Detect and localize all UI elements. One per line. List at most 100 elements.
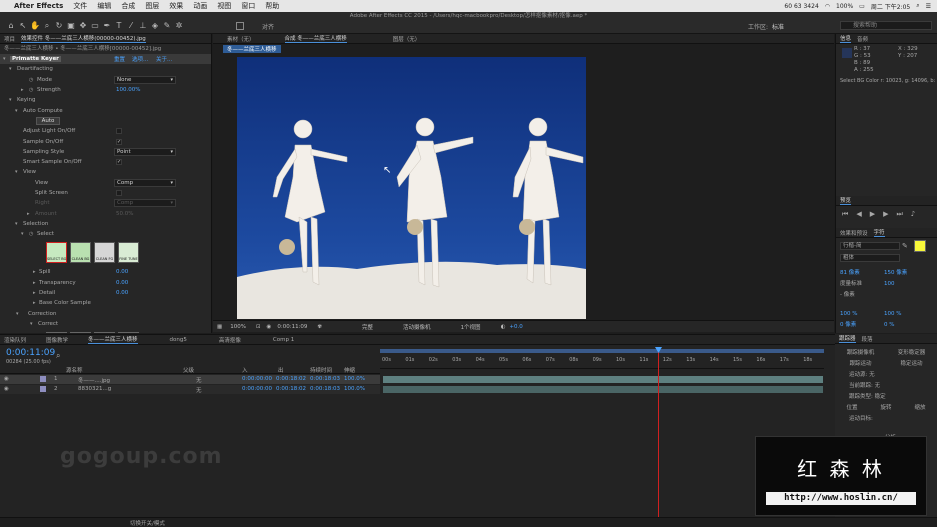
tab-paragraph[interactable]: 段落 — [862, 335, 873, 343]
effect-name[interactable]: Primatte Keyer — [10, 56, 61, 63]
disclosure-triangle-icon[interactable]: ▸ — [21, 87, 24, 93]
auto-button[interactable]: Auto — [36, 116, 60, 125]
tsume-value[interactable]: 0 % — [884, 320, 894, 331]
stopwatch-icon[interactable]: ◷ — [29, 77, 33, 83]
col-in[interactable]: 入 — [242, 366, 248, 374]
menu-animation[interactable]: 动画 — [193, 1, 207, 11]
warp-stabilizer-button[interactable]: 变形稳定器 — [898, 348, 926, 359]
menu-composition[interactable]: 合成 — [121, 1, 135, 11]
tab-effect-controls[interactable]: 效果控件 冬——兰底三人横移(00000-00452).jpg — [21, 34, 146, 43]
select-mode-button-2[interactable]: CLEAN FG — [94, 242, 115, 264]
col-stretch[interactable]: 伸缩 — [344, 366, 355, 374]
effect-row-dropdown[interactable]: Comp — [114, 199, 176, 208]
rotate-tool-icon[interactable]: ↻ — [54, 21, 64, 31]
layer-out[interactable]: 0:00:18:02 — [276, 386, 306, 392]
tab-dong5[interactable]: dong5 — [170, 337, 187, 343]
effect-row-dropdown[interactable]: Point — [114, 147, 176, 156]
effect-row[interactable]: View Comp — [0, 178, 211, 188]
layer-source-name[interactable]: 8830321...g — [78, 386, 111, 392]
tab-hd-key[interactable]: 高清抠像 — [219, 336, 241, 344]
effect-row-checkbox[interactable]: ✓ — [116, 159, 122, 166]
font-size-value[interactable]: 81 像素 — [840, 268, 884, 279]
effect-row[interactable]: ▾ ◷ Select — [0, 229, 211, 239]
view-layout-select[interactable]: 1个视图 — [461, 323, 481, 331]
menu-help[interactable]: 帮助 — [265, 1, 279, 11]
battery-icon[interactable]: ▭ — [859, 3, 865, 10]
correction-row[interactable]: ▾ Correction — [0, 309, 211, 319]
layer-stretch[interactable]: 100.0% — [344, 386, 365, 392]
rotation-checkbox[interactable]: 旋转 — [880, 403, 891, 414]
tab-project[interactable]: 项目 — [4, 35, 15, 43]
camera-icon[interactable]: ◉ — [267, 324, 272, 330]
workspace-select[interactable]: 标准 — [772, 22, 784, 31]
exposure-value[interactable]: +0.0 — [509, 324, 522, 330]
tab-comp1[interactable]: Comp 1 — [273, 337, 294, 343]
scale-checkbox[interactable]: 缩放 — [914, 403, 925, 414]
effect-row[interactable]: Smart Sample On/Off ✓ — [0, 157, 211, 167]
effect-row-value[interactable]: 100.00% — [116, 87, 140, 93]
disclosure-triangle-icon[interactable]: ▾ — [9, 66, 12, 72]
effect-row-checkbox[interactable] — [116, 190, 122, 196]
clock[interactable]: 周二 下午2:05 — [871, 2, 910, 11]
roto-tool-icon[interactable]: ✎ — [162, 21, 172, 31]
font-style-select[interactable]: 粗体 — [840, 254, 900, 262]
layer-duration[interactable]: 0:00:18:03 — [310, 386, 340, 392]
effect-row[interactable]: ▾ Deartifacting — [0, 64, 211, 74]
tab-info[interactable]: 信息 — [840, 34, 852, 43]
correct-row[interactable]: ▾ Correct — [0, 319, 211, 329]
tab-layer[interactable]: 图层（无） — [393, 35, 421, 43]
current-time[interactable]: 0:00:11:09 — [277, 324, 307, 330]
work-area-bar[interactable] — [380, 349, 824, 353]
eye-icon[interactable]: ◉ — [4, 386, 9, 392]
tab-effects-presets[interactable]: 效果和预设 — [840, 229, 868, 237]
effect-row[interactable]: Auto — [0, 116, 211, 126]
menu-layer[interactable]: 图层 — [145, 1, 159, 11]
effect-row[interactable]: ▸ Amount 50.0% — [0, 208, 211, 218]
about-link[interactable]: 关于... — [156, 55, 172, 63]
layer-number[interactable]: 2 — [54, 386, 58, 392]
tab-render-queue[interactable]: 渲染队列 — [4, 336, 26, 344]
disclosure-triangle-icon[interactable]: ▸ — [33, 300, 36, 306]
zoom-select[interactable]: 100% — [230, 324, 246, 330]
effect-row-value[interactable]: 0.00 — [116, 290, 128, 296]
effect-row[interactable]: Sample On/Off ✓ — [0, 136, 211, 146]
toggle-switches-modes[interactable]: 切换开关/模式 — [130, 519, 165, 527]
list-icon[interactable]: ☰ — [926, 3, 931, 10]
disclosure-triangle-icon[interactable]: ▾ — [15, 169, 18, 175]
baseline-value[interactable]: 0 像素 — [840, 320, 884, 331]
menu-effect[interactable]: 效果 — [169, 1, 183, 11]
effect-row[interactable]: ▸ Detail 0.00 — [0, 288, 211, 298]
collapse-icon[interactable]: ▾ — [3, 56, 6, 62]
exposure-icon[interactable]: ◐ — [501, 324, 506, 330]
region-icon[interactable]: ⊡ — [256, 324, 261, 330]
menu-edit[interactable]: 编辑 — [97, 1, 111, 11]
stamp-tool-icon[interactable]: ⊥ — [138, 21, 148, 31]
grid-icon[interactable]: ▦ — [217, 324, 222, 330]
text-tool-icon[interactable]: T — [114, 21, 124, 31]
disclosure-triangle-icon[interactable]: ▸ — [27, 211, 30, 217]
stroke-value[interactable]: - 像素 — [840, 290, 884, 301]
eyedropper-icon[interactable]: ✎ — [902, 242, 908, 250]
col-source-name[interactable]: 源名称 — [66, 366, 83, 374]
disclosure-triangle-icon[interactable]: ▾ — [9, 97, 12, 103]
col-duration[interactable]: 持续时间 — [310, 366, 332, 374]
disclosure-triangle-icon[interactable]: ▸ — [33, 290, 36, 296]
pan-tool-icon[interactable]: ✥ — [78, 21, 88, 31]
prev-frame-icon[interactable]: ◀ — [856, 210, 861, 219]
motion-source-select[interactable]: 无 — [869, 372, 875, 378]
disclosure-triangle-icon[interactable]: ▸ — [33, 269, 36, 275]
timeline-current-time[interactable]: 0:00:11:09 — [6, 348, 55, 358]
track-camera-button[interactable]: 跟踪摄像机 — [847, 348, 875, 359]
effect-row[interactable]: ▸ ◷ Strength 100.00% — [0, 85, 211, 95]
selection-tool-icon[interactable]: ↖ — [18, 21, 28, 31]
rect-tool-icon[interactable]: ▭ — [90, 21, 100, 31]
select-mode-button-0[interactable]: SELECT BG — [46, 242, 67, 264]
eye-icon[interactable]: ◉ — [4, 376, 9, 382]
effect-row[interactable]: ▸ Transparency 0.00 — [0, 278, 211, 288]
layer-row[interactable]: ◉ 1 冬——....jpg 无 0:00:00:00 0:00:18:02 0:00:18… — [0, 375, 380, 384]
menu-window[interactable]: 窗口 — [241, 1, 255, 11]
layer-row[interactable]: ◉ 2 8830321...g 无 0:00:00:00 0:00:18:02 0:00:1… — [0, 385, 380, 394]
brush-tool-icon[interactable]: ⁄ — [126, 21, 136, 31]
effect-row[interactable]: Right Comp — [0, 198, 211, 208]
effect-row[interactable]: ◷ Mode None — [0, 75, 211, 85]
